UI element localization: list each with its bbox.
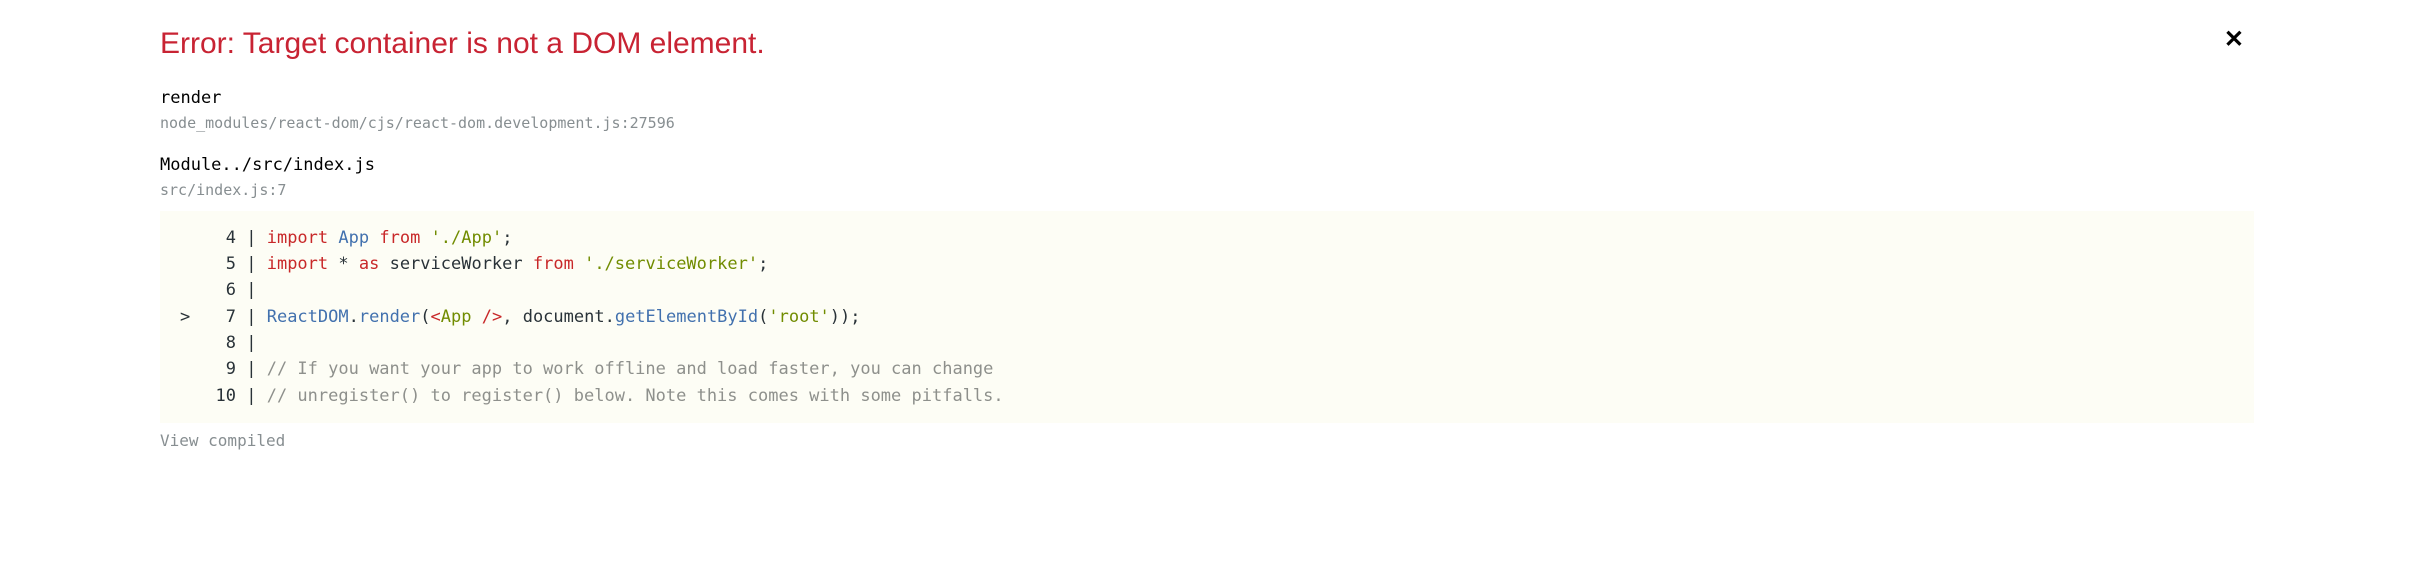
code-token	[574, 254, 584, 274]
line-separator: |	[236, 254, 267, 274]
code-token: render	[359, 307, 420, 327]
code-token: from	[379, 228, 420, 248]
code-token: // unregister() to register() below. Not…	[267, 386, 1004, 406]
code-token: import	[267, 254, 328, 274]
code-line: 8 |	[180, 330, 2234, 356]
code-token: './serviceWorker'	[584, 254, 758, 274]
error-overlay: Error: Target container is not a DOM ele…	[0, 24, 2414, 450]
code-token: // If you want your app to work offline …	[267, 359, 994, 379]
view-compiled-button[interactable]: View compiled	[160, 431, 2254, 450]
code-token: serviceWorker	[379, 254, 533, 274]
code-token: <	[431, 307, 441, 327]
code-token	[472, 307, 482, 327]
line-separator: |	[236, 307, 267, 327]
close-icon[interactable]: ✕	[2214, 24, 2254, 56]
frame-function-name: Module../src/index.js	[160, 154, 2254, 178]
code-token	[420, 228, 430, 248]
code-token	[369, 228, 379, 248]
frame-location: node_modules/react-dom/cjs/react-dom.dev…	[160, 113, 2254, 134]
code-token: App	[441, 307, 472, 327]
code-token: .	[349, 307, 359, 327]
line-number: 10	[194, 383, 236, 409]
code-token: (	[758, 307, 768, 327]
code-token: />	[482, 307, 502, 327]
code-token: ;	[758, 254, 768, 274]
line-separator: |	[236, 359, 267, 379]
code-token: import	[267, 228, 328, 248]
line-separator: |	[236, 280, 267, 300]
line-pointer	[180, 251, 194, 277]
line-separator: |	[236, 228, 267, 248]
code-token	[328, 228, 338, 248]
code-line: 4 | import App from './App';	[180, 225, 2234, 251]
line-separator: |	[236, 333, 267, 353]
stack-frame: Module../src/index.js src/index.js:7	[160, 154, 2254, 201]
line-number: 4	[194, 225, 236, 251]
code-token: (	[420, 307, 430, 327]
line-number: 5	[194, 251, 236, 277]
line-pointer: >	[180, 304, 194, 330]
code-token: as	[359, 254, 379, 274]
code-token: 'root'	[768, 307, 829, 327]
code-line: 10 | // unregister() to register() below…	[180, 383, 2234, 409]
line-number: 6	[194, 277, 236, 303]
code-token: from	[533, 254, 574, 274]
code-line: 5 | import * as serviceWorker from './se…	[180, 251, 2234, 277]
code-token: , document.	[502, 307, 615, 327]
code-token: *	[328, 254, 359, 274]
line-pointer	[180, 277, 194, 303]
stack-frame: render node_modules/react-dom/cjs/react-…	[160, 87, 2254, 134]
line-number: 8	[194, 330, 236, 356]
frame-function-name: render	[160, 87, 2254, 111]
code-token: ReactDOM	[267, 307, 349, 327]
code-snippet: 4 | import App from './App'; 5 | import …	[160, 211, 2254, 423]
line-pointer	[180, 225, 194, 251]
code-line: 9 | // If you want your app to work offl…	[180, 356, 2234, 382]
line-pointer	[180, 330, 194, 356]
error-title: Error: Target container is not a DOM ele…	[160, 24, 765, 63]
code-line: 6 |	[180, 277, 2234, 303]
line-number: 7	[194, 304, 236, 330]
code-token: ;	[502, 228, 512, 248]
frame-location: src/index.js:7	[160, 180, 2254, 201]
code-token: ));	[830, 307, 861, 327]
line-pointer	[180, 356, 194, 382]
line-pointer	[180, 383, 194, 409]
code-token: App	[338, 228, 369, 248]
code-line: >7 | ReactDOM.render(<App />, document.g…	[180, 304, 2234, 330]
line-separator: |	[236, 386, 267, 406]
code-token: './App'	[431, 228, 503, 248]
code-token: getElementById	[615, 307, 758, 327]
line-number: 9	[194, 356, 236, 382]
error-header: Error: Target container is not a DOM ele…	[160, 24, 2254, 63]
